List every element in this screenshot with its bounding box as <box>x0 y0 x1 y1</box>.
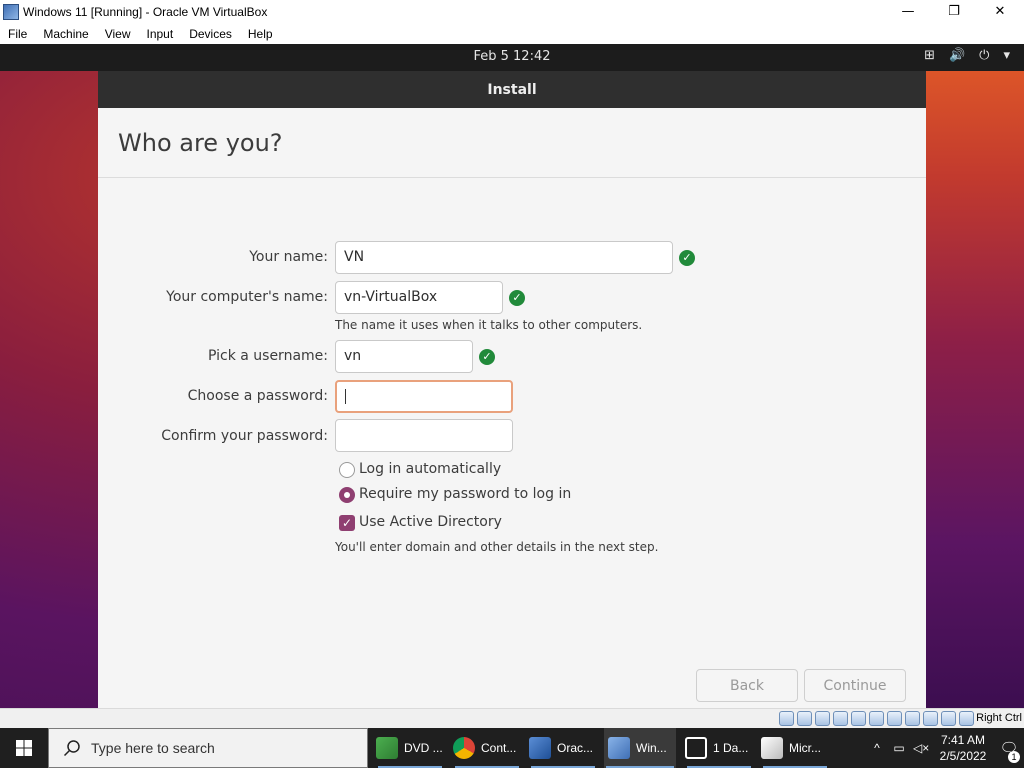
optical-drive-icon[interactable] <box>797 711 812 726</box>
computer-name-hint: The name it uses when it talks to other … <box>335 318 643 332</box>
network-icon[interactable]: ⊞ <box>924 48 935 63</box>
show-hidden-icons-chevron-icon[interactable]: ^ <box>869 741 885 755</box>
vm-display[interactable]: Feb 5 12:42 ⊞ 🔊 ⏻ ▾ Install Who are you?… <box>0 44 1024 708</box>
gnome-top-bar: Feb 5 12:42 ⊞ 🔊 ⏻ ▾ <box>0 44 1024 71</box>
virtualbox-icon <box>529 737 551 759</box>
vbox-statusbar: Right Ctrl <box>0 708 1024 728</box>
taskbar-item-windows11-vm[interactable]: Win... <box>604 728 676 768</box>
divider <box>98 177 926 178</box>
username-label: Pick a username: <box>207 348 328 364</box>
usb-icon[interactable] <box>851 711 866 726</box>
confirm-password-label: Confirm your password: <box>161 428 328 444</box>
username-valid-icon: ✓ <box>479 349 495 365</box>
vm-system-tray[interactable]: ⊞ 🔊 ⏻ ▾ <box>924 48 1010 63</box>
taskbar-search-box[interactable]: Type here to search <box>48 728 368 768</box>
audio-icon[interactable] <box>815 711 830 726</box>
clock-time: 7:41 AM <box>940 733 986 747</box>
installer-header: Install <box>98 71 926 108</box>
virtualbox-app-icon <box>3 3 19 20</box>
display-icon[interactable] <box>887 711 902 726</box>
taskbar-item-calendar[interactable]: 1 Da... <box>685 728 753 768</box>
taskbar-item-label: DVD ... <box>404 741 443 755</box>
taskbar-item-solitaire[interactable]: Micr... <box>761 728 829 768</box>
use-active-directory-label[interactable]: Use Active Directory <box>359 514 502 530</box>
menu-file[interactable]: File <box>0 27 35 41</box>
taskbar-item-label: Orac... <box>557 741 594 755</box>
maximize-button[interactable]: ❐ <box>931 0 977 23</box>
hard-disk-icon[interactable] <box>779 711 794 726</box>
mouse-integration-icon[interactable] <box>941 711 956 726</box>
search-placeholder: Type here to search <box>91 740 215 756</box>
volume-icon[interactable]: 🔊 <box>949 48 965 63</box>
cpu-icon[interactable] <box>923 711 938 726</box>
search-icon <box>63 740 80 757</box>
taskbar-item-label: Win... <box>636 741 667 755</box>
installer-window: Install Who are you? Your name: VN ✓ You… <box>98 71 926 708</box>
computer-name-label: Your computer's name: <box>166 289 328 305</box>
dvd-app-icon <box>376 737 398 759</box>
taskbar-clock[interactable]: 7:41 AM 2/5/2022 <box>932 732 994 764</box>
network-tray-icon[interactable]: ▭ <box>891 741 907 755</box>
password-label: Choose a password: <box>187 388 328 404</box>
network-adapter-icon[interactable] <box>833 711 848 726</box>
taskbar-item-label: 1 Da... <box>713 741 749 755</box>
text-caret <box>345 388 346 404</box>
cards-icon <box>761 737 783 759</box>
desktop-wallpaper <box>926 44 1024 708</box>
confirm-password-input[interactable] <box>335 419 513 452</box>
menu-input[interactable]: Input <box>139 27 182 41</box>
active-directory-hint: You'll enter domain and other details in… <box>335 540 659 554</box>
start-button[interactable] <box>0 728 48 768</box>
taskbar-item-chrome[interactable]: Cont... <box>453 728 521 768</box>
shared-folders-icon[interactable] <box>869 711 884 726</box>
windows-taskbar: Type here to search DVD ... Cont... Orac… <box>0 728 1024 768</box>
taskbar-item-oracle[interactable]: Orac... <box>529 728 597 768</box>
system-menu-arrow-icon[interactable]: ▾ <box>1003 48 1010 63</box>
page-title: Who are you? <box>118 129 283 157</box>
taskbar-item-label: Cont... <box>481 741 517 755</box>
vm-clock[interactable]: Feb 5 12:42 <box>0 49 1024 64</box>
your-name-label: Your name: <box>249 249 328 265</box>
recording-icon[interactable] <box>905 711 920 726</box>
computer-name-input[interactable]: vn-VirtualBox <box>335 281 503 314</box>
menu-machine[interactable]: Machine <box>35 27 96 41</box>
vm-window-icon <box>608 737 630 759</box>
your-name-valid-icon: ✓ <box>679 250 695 266</box>
taskbar-item-label: Micr... <box>789 741 821 755</box>
back-button[interactable]: Back <box>696 669 798 702</box>
window-title: Windows 11 [Running] - Oracle VM Virtual… <box>23 4 268 19</box>
windows-logo-icon <box>16 740 32 756</box>
computer-name-valid-icon: ✓ <box>509 290 525 306</box>
menu-devices[interactable]: Devices <box>181 27 240 41</box>
chrome-icon <box>453 737 475 759</box>
menu-view[interactable]: View <box>97 27 139 41</box>
your-name-input[interactable]: VN <box>335 241 673 274</box>
host-key-indicator: Right Ctrl <box>976 712 1022 724</box>
notification-center-button[interactable]: 🗨 1 <box>994 739 1024 763</box>
require-password-radio[interactable] <box>339 487 355 503</box>
keyboard-icon[interactable] <box>959 711 974 726</box>
login-automatically-label[interactable]: Log in automatically <box>359 461 501 477</box>
notification-count-badge: 1 <box>1008 751 1020 763</box>
use-active-directory-checkbox[interactable]: ✓ <box>339 515 355 531</box>
close-button[interactable]: ✕ <box>977 0 1023 23</box>
power-icon[interactable]: ⏻ <box>979 48 989 63</box>
clock-date: 2/5/2022 <box>939 749 987 763</box>
password-input[interactable] <box>335 380 513 413</box>
require-password-label[interactable]: Require my password to log in <box>359 486 571 502</box>
login-automatically-radio[interactable] <box>339 462 355 478</box>
system-tray: ^ ▭ ◁× 7:41 AM 2/5/2022 🗨 1 <box>866 728 1024 768</box>
volume-muted-icon[interactable]: ◁× <box>913 741 929 755</box>
host-titlebar: Windows 11 [Running] - Oracle VM Virtual… <box>0 0 1024 23</box>
username-input[interactable]: vn <box>335 340 473 373</box>
minimize-button[interactable]: — <box>885 0 931 23</box>
calendar-icon <box>685 737 707 759</box>
taskbar-item-dvd[interactable]: DVD ... <box>376 728 444 768</box>
host-menubar: File Machine View Input Devices Help <box>0 23 1024 44</box>
menu-help[interactable]: Help <box>240 27 281 41</box>
device-status-icons <box>779 711 974 726</box>
continue-button[interactable]: Continue <box>804 669 906 702</box>
